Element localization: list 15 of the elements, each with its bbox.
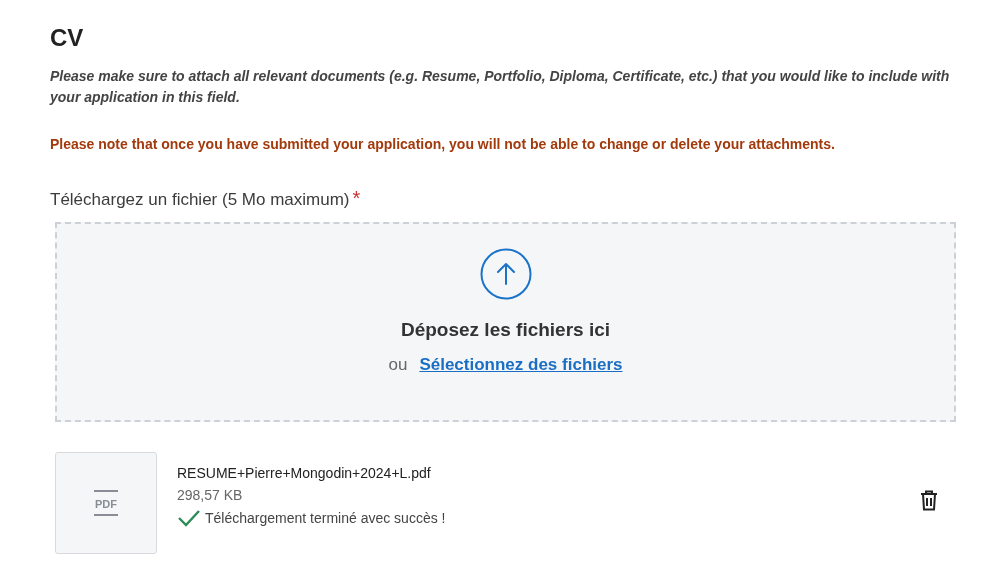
drop-zone[interactable]: Déposez les fichiers ici ou Sélectionnez des fichiers (55, 222, 956, 422)
check-icon (177, 509, 201, 527)
section-title: CV (50, 24, 85, 52)
or-text: ou (388, 355, 408, 375)
file-name: RESUME+Pierre+Mongodin+2024+L.pdf (177, 465, 432, 481)
file-size: 298,57 KB (177, 487, 244, 503)
select-files-link[interactable]: Sélectionnez des fichiers (419, 355, 623, 375)
required-mark: * (352, 187, 361, 210)
upload-label: Téléchargez un fichier (5 Mo maximum) (50, 190, 350, 210)
drop-text: Déposez les fichiers ici (400, 319, 611, 341)
upload-status: Téléchargement terminé avec succès ! (205, 510, 446, 526)
warning-text: Please note that once you have submitted your application, you will not be able to change or delete your attachments. (50, 136, 836, 152)
trash-icon (920, 489, 938, 511)
instructions-text: Please make sure to attach all relevant documents (e.g. Resume, Portfolio, Diploma, Certificate, etc.) that you would like to include with your application in this field. (50, 67, 951, 107)
upload-icon (479, 248, 532, 300)
